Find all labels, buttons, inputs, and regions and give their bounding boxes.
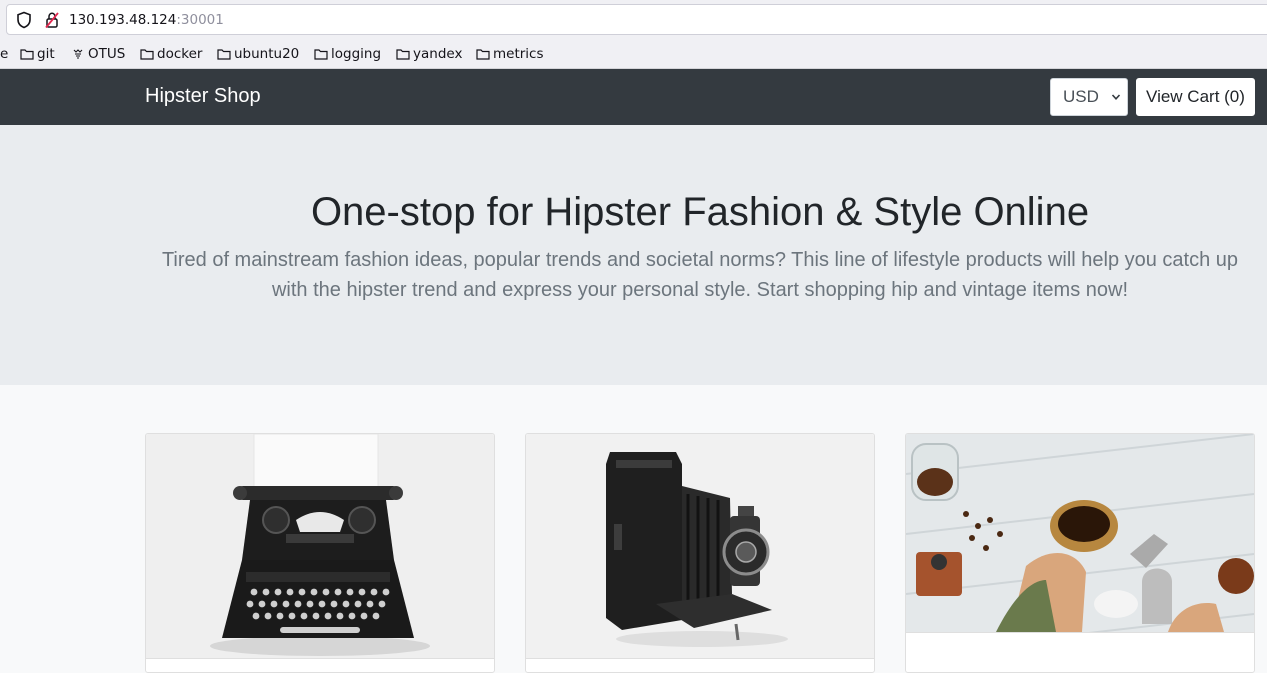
bookmark-e[interactable]: e: [0, 44, 8, 64]
folder-icon: [314, 49, 328, 60]
bookmark-logging[interactable]: logging: [314, 44, 381, 64]
card-divider: [526, 658, 874, 659]
otus-icon: [73, 49, 83, 59]
bookmark-metrics[interactable]: metrics: [476, 44, 544, 64]
card-divider: [906, 632, 1254, 633]
folder-icon: [140, 49, 154, 60]
folder-icon: [476, 49, 490, 60]
insecure-lock-icon[interactable]: [44, 11, 60, 29]
currency-select[interactable]: USD: [1050, 78, 1128, 116]
bookmark-ubuntu20[interactable]: ubuntu20: [217, 44, 299, 64]
bookmark-git[interactable]: git: [20, 44, 55, 64]
camera-image: [526, 434, 874, 658]
hero-banner: One-stop for Hipster Fashion & Style Onl…: [0, 125, 1267, 385]
folder-icon: [20, 49, 34, 60]
chevron-down-icon: [1111, 94, 1121, 100]
bookmark-docker[interactable]: docker: [140, 44, 202, 64]
bookmarks-bar: e git OTUS docker ubuntu20 logging yande…: [0, 40, 1267, 69]
shield-icon[interactable]: [16, 11, 32, 29]
folder-icon: [396, 49, 410, 60]
typewriter-image: [146, 434, 494, 658]
folder-icon: [217, 49, 231, 60]
brand-link[interactable]: Hipster Shop: [145, 85, 261, 108]
hero-title: One-stop for Hipster Fashion & Style Onl…: [310, 190, 1090, 234]
view-cart-button[interactable]: View Cart (0): [1136, 78, 1255, 116]
browser-toolbar: 130.193.48.124:30001: [0, 0, 1267, 40]
url-bar[interactable]: 130.193.48.124:30001: [6, 4, 1267, 35]
hero-lead: Tired of mainstream fashion ideas, popul…: [161, 249, 1239, 301]
bookmark-otus[interactable]: OTUS: [71, 44, 125, 64]
coffee-image: [906, 434, 1254, 632]
currency-value: USD: [1063, 87, 1099, 106]
site-navbar: Hipster Shop USD View Cart (0): [0, 69, 1267, 125]
product-card-typewriter[interactable]: [145, 433, 495, 673]
card-divider: [146, 658, 494, 659]
bookmark-yandex[interactable]: yandex: [396, 44, 462, 64]
product-card-camera[interactable]: [525, 433, 875, 673]
product-card-coffee[interactable]: [905, 433, 1255, 673]
url-text[interactable]: 130.193.48.124:30001: [69, 12, 224, 28]
